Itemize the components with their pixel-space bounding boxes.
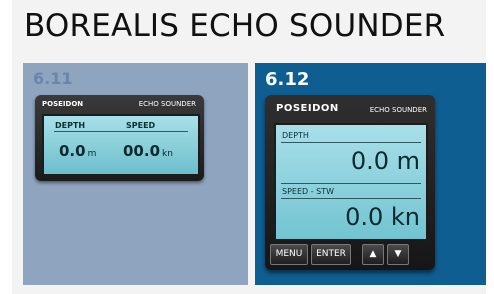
version-panel-612[interactable]: 6.12 POSEIDON ECHO SOUNDER DEPTH 0.0 m S… bbox=[255, 63, 486, 285]
depth-label: DEPTH bbox=[55, 121, 86, 130]
speed-value: 0.0 kn bbox=[345, 203, 420, 231]
divider bbox=[281, 142, 421, 143]
speed-unit: kn bbox=[162, 149, 173, 159]
lcd-screen: DEPTH SPEED 0.0 m 00.0 kn bbox=[42, 114, 200, 176]
echo-sounder-device: POSEIDON ECHO SOUNDER DEPTH SPEED 0.0 m 0… bbox=[35, 95, 204, 181]
echo-sounder-device: POSEIDON ECHO SOUNDER DEPTH 0.0 m SPEED … bbox=[265, 95, 435, 270]
model-label: ECHO SOUNDER bbox=[138, 100, 196, 108]
depth-label: DEPTH bbox=[282, 131, 309, 140]
up-arrow-button[interactable]: ▲ bbox=[362, 244, 384, 265]
speed-label: SPEED - STW bbox=[282, 187, 335, 196]
bottom-strip bbox=[23, 285, 486, 294]
depth-value: 0.0 bbox=[59, 142, 86, 160]
model-label: ECHO SOUNDER bbox=[369, 106, 427, 114]
lcd-screen: DEPTH 0.0 m SPEED - STW 0.0 kn bbox=[274, 123, 428, 241]
brand-label: POSEIDON bbox=[42, 100, 84, 108]
down-arrow-button[interactable]: ▼ bbox=[387, 244, 409, 265]
version-label: 6.11 bbox=[33, 69, 73, 88]
divider bbox=[281, 183, 421, 184]
menu-button[interactable]: MENU bbox=[270, 244, 308, 265]
depth-unit: m bbox=[87, 149, 97, 159]
version-panel-611[interactable]: 6.11 POSEIDON ECHO SOUNDER DEPTH SPEED 0… bbox=[23, 63, 248, 285]
depth-readout: 0.0 m bbox=[59, 142, 96, 160]
speed-label: SPEED bbox=[126, 121, 156, 130]
version-label: 6.12 bbox=[265, 69, 310, 90]
depth-value: 0.0 m bbox=[350, 147, 420, 175]
divider bbox=[54, 131, 188, 132]
divider bbox=[281, 198, 421, 199]
speed-value: 00.0 bbox=[123, 142, 161, 160]
brand-label: POSEIDON bbox=[276, 103, 339, 114]
speed-readout: 00.0 kn bbox=[123, 142, 173, 160]
page-title: BOREALIS ECHO SOUNDER bbox=[24, 8, 446, 44]
enter-button[interactable]: ENTER bbox=[311, 244, 351, 265]
